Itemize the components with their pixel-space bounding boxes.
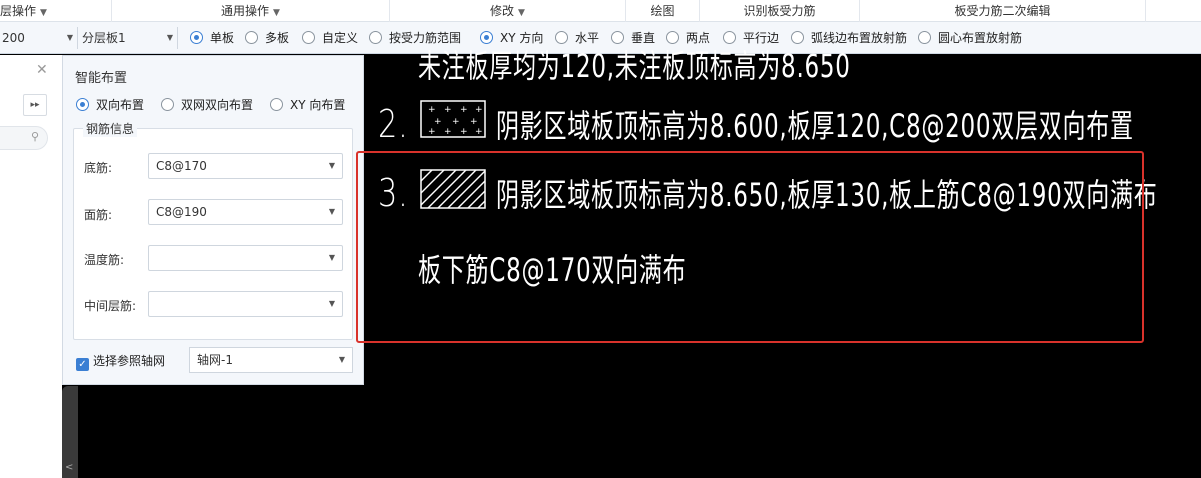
cad-note-line-2: 阴影区域板顶标高为8.600,板厚120,C8@200双层双向布置 bbox=[496, 107, 1134, 145]
radio-icon bbox=[369, 31, 382, 44]
ribbon-group-label: 层操作 bbox=[0, 4, 37, 18]
chevron-down-icon: ▼ bbox=[328, 299, 335, 308]
chevron-down-icon: ▼ bbox=[166, 33, 173, 42]
elevation-combo[interactable]: 200 ▼ bbox=[0, 27, 78, 49]
chevron-left-icon: < bbox=[65, 462, 74, 473]
collapse-handle[interactable]: < bbox=[62, 386, 78, 478]
radio-label: 双网双向布置 bbox=[181, 98, 254, 112]
chevron-down-icon: ▼ bbox=[328, 253, 335, 262]
radio-label: 双向布置 bbox=[96, 98, 145, 112]
radio-label: XY 向布置 bbox=[290, 98, 346, 112]
radio-label: 多板 bbox=[265, 31, 290, 45]
ribbon-group-identify-rebar[interactable]: 识别板受力筋 bbox=[700, 0, 860, 22]
radio-custom[interactable]: 自定义 bbox=[302, 29, 358, 47]
radio-icon bbox=[302, 31, 315, 44]
smart-layout-panel: 智能布置 双向布置 双网双向布置 XY 向布置 底筋: C8@170 ▼ 面筋: … bbox=[62, 55, 364, 385]
radio-icon bbox=[161, 98, 174, 111]
svg-text:+: + bbox=[475, 127, 483, 137]
layer-combo[interactable]: 分层板1 ▼ bbox=[80, 27, 178, 49]
ribbon-group-label: 板受力筋二次编辑 bbox=[954, 4, 1051, 18]
svg-text:+: + bbox=[460, 105, 468, 115]
highlight-rectangle bbox=[356, 151, 1144, 343]
chevron-down-icon: ▼ bbox=[273, 8, 280, 18]
dotted-pattern-icon: + + + + + + + + + + + bbox=[420, 100, 486, 138]
chevron-down-icon: ▼ bbox=[338, 355, 345, 364]
svg-text:+: + bbox=[460, 127, 468, 137]
radio-multi-board[interactable]: 多板 bbox=[245, 29, 289, 47]
radio-label: 单板 bbox=[210, 31, 235, 45]
chevron-down-icon: ▼ bbox=[328, 161, 335, 170]
radio-icon bbox=[245, 31, 258, 44]
expand-icon[interactable]: ▸▸ bbox=[23, 94, 47, 116]
radio-single-board[interactable]: 单板 bbox=[190, 29, 234, 47]
radio-label: 圆心布置放射筋 bbox=[938, 31, 1023, 45]
radio-icon bbox=[270, 98, 283, 111]
select-value: 轴网-1 bbox=[197, 353, 233, 367]
rebar-info-group: 底筋: C8@170 ▼ 面筋: C8@190 ▼ 温度筋: ▼ 中间层筋: ▼ bbox=[73, 128, 353, 340]
svg-text:+: + bbox=[444, 105, 452, 115]
top-rebar-select[interactable]: C8@190 ▼ bbox=[148, 199, 343, 225]
cad-note-line-1: 未注板厚均为120,未注板顶标高为8.650 bbox=[418, 47, 851, 85]
svg-text:+: + bbox=[470, 117, 478, 127]
svg-text:+: + bbox=[444, 127, 452, 137]
search-icon: ⚲ bbox=[30, 130, 39, 143]
panel-title: 智能布置 bbox=[75, 71, 128, 86]
left-dock-panel: ✕ ▸▸ ⚲ bbox=[0, 55, 62, 478]
combo-value: 200 bbox=[2, 31, 25, 45]
ribbon-group-label: 通用操作 bbox=[221, 4, 270, 18]
svg-text:+: + bbox=[452, 117, 460, 127]
bottom-rebar-select[interactable]: C8@170 ▼ bbox=[148, 153, 343, 179]
ribbon-group-label: 修改 bbox=[490, 4, 515, 18]
ribbon-group-rebar-edit[interactable]: 板受力筋二次编辑 bbox=[860, 0, 1146, 22]
svg-text:+: + bbox=[428, 105, 436, 115]
ribbon-group-label: 识别板受力筋 bbox=[743, 4, 816, 18]
ribbon-group-draw[interactable]: 绘图 bbox=[626, 0, 700, 22]
close-icon[interactable]: ✕ bbox=[36, 62, 48, 78]
radio-icon bbox=[918, 31, 931, 44]
checkbox-checked-icon: ✓ bbox=[76, 358, 89, 371]
radio-bidirectional[interactable]: 双向布置 bbox=[76, 96, 144, 113]
group-title: 钢筋信息 bbox=[83, 120, 138, 137]
checkbox-label: 选择参照轴网 bbox=[93, 354, 166, 368]
field-label: 温度筋: bbox=[84, 253, 125, 267]
radio-label: 自定义 bbox=[322, 31, 359, 45]
radio-icon bbox=[76, 98, 89, 111]
search-input[interactable]: ⚲ bbox=[0, 126, 48, 150]
radio-double-net-bidirectional[interactable]: 双网双向布置 bbox=[161, 96, 253, 113]
radio-icon bbox=[190, 31, 203, 44]
chevron-down-icon: ▼ bbox=[328, 207, 335, 216]
chevron-down-icon: ▼ bbox=[66, 33, 73, 42]
ribbon-group-layer-ops[interactable]: 层操作 ▼ bbox=[0, 0, 112, 22]
chevron-down-icon: ▼ bbox=[40, 8, 47, 18]
app-root: { "ribbon": { "groups": [ {"label": "层操作… bbox=[0, 0, 1201, 478]
svg-text:+: + bbox=[475, 105, 483, 115]
combo-value: 分层板1 bbox=[82, 31, 126, 45]
radio-xy-layout[interactable]: XY 向布置 bbox=[270, 96, 345, 113]
ribbon-group-modify[interactable]: 修改 ▼ bbox=[390, 0, 626, 22]
radio-center-radial[interactable]: 圆心布置放射筋 bbox=[918, 29, 1022, 47]
temperature-rebar-select[interactable]: ▼ bbox=[148, 245, 343, 271]
select-value: C8@170 bbox=[156, 159, 207, 173]
select-value: C8@190 bbox=[156, 205, 207, 219]
ribbon-group-header-bar: 层操作 ▼ 通用操作 ▼ 修改 ▼ 绘图 识别板受力筋 板受力筋二次编辑 bbox=[0, 0, 1201, 22]
field-label: 中间层筋: bbox=[84, 299, 137, 313]
svg-text:+: + bbox=[428, 127, 436, 137]
middle-layer-rebar-select[interactable]: ▼ bbox=[148, 291, 343, 317]
cad-note-number-2: 2. bbox=[378, 102, 409, 146]
ribbon-group-label: 绘图 bbox=[650, 4, 675, 18]
field-label: 面筋: bbox=[84, 208, 113, 222]
ribbon-group-common-ops[interactable]: 通用操作 ▼ bbox=[112, 0, 390, 22]
axis-grid-select[interactable]: 轴网-1 ▼ bbox=[189, 347, 353, 373]
select-axis-checkbox[interactable]: ✓ 选择参照轴网 bbox=[76, 352, 165, 371]
svg-text:+: + bbox=[434, 117, 442, 127]
field-label: 底筋: bbox=[84, 161, 113, 175]
chevron-down-icon: ▼ bbox=[518, 8, 525, 18]
